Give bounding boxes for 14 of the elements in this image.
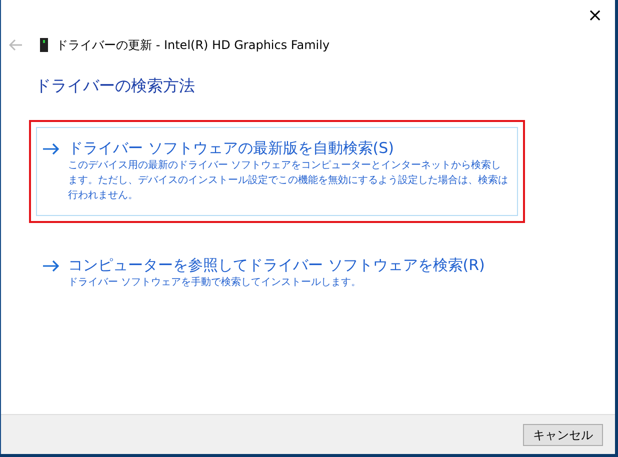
option-link[interactable]: コンピューターを参照してドライバー ソフトウェアを検索(R) ドライバー ソフトウェアを手動で検索してインストールします。 [36, 244, 518, 303]
option-title: コンピューターを参照してドライバー ソフトウェアを検索(R) [68, 255, 485, 275]
option-description: このデバイス用の最新のドライバー ソフトウェアをコンピューターとインターネットから検索します。ただし、デバイスのインストール設定でこの機能を無効にするよう設定した場合は、検索は行われません。 [68, 158, 509, 203]
option-link[interactable]: ドライバー ソフトウェアの最新版を自動検索(S) このデバイス用の最新のドライバー ソフトウェアをコンピューターとインターネットから検索します。ただし、デバイスのインストール設定でこの機能を無効にするよう設定した場合は、検索は行われません。 [36, 127, 518, 216]
option-title: ドライバー ソフトウェアの最新版を自動検索(S) [68, 138, 395, 158]
arrow-icon [43, 143, 60, 155]
page-heading: ドライバーの検索方法 [35, 75, 195, 97]
option-description: ドライバー ソフトウェアを手動で検索してインストールします。 [68, 276, 362, 290]
window-title: ドライバーの更新 - Intel(R) HD Graphics Family [56, 37, 330, 54]
arrow-icon [43, 260, 60, 272]
back-arrow-icon[interactable] [9, 39, 23, 51]
cancel-button[interactable]: キャンセル [523, 424, 603, 446]
close-button[interactable]: × [575, 0, 615, 30]
device-icon [40, 38, 48, 52]
